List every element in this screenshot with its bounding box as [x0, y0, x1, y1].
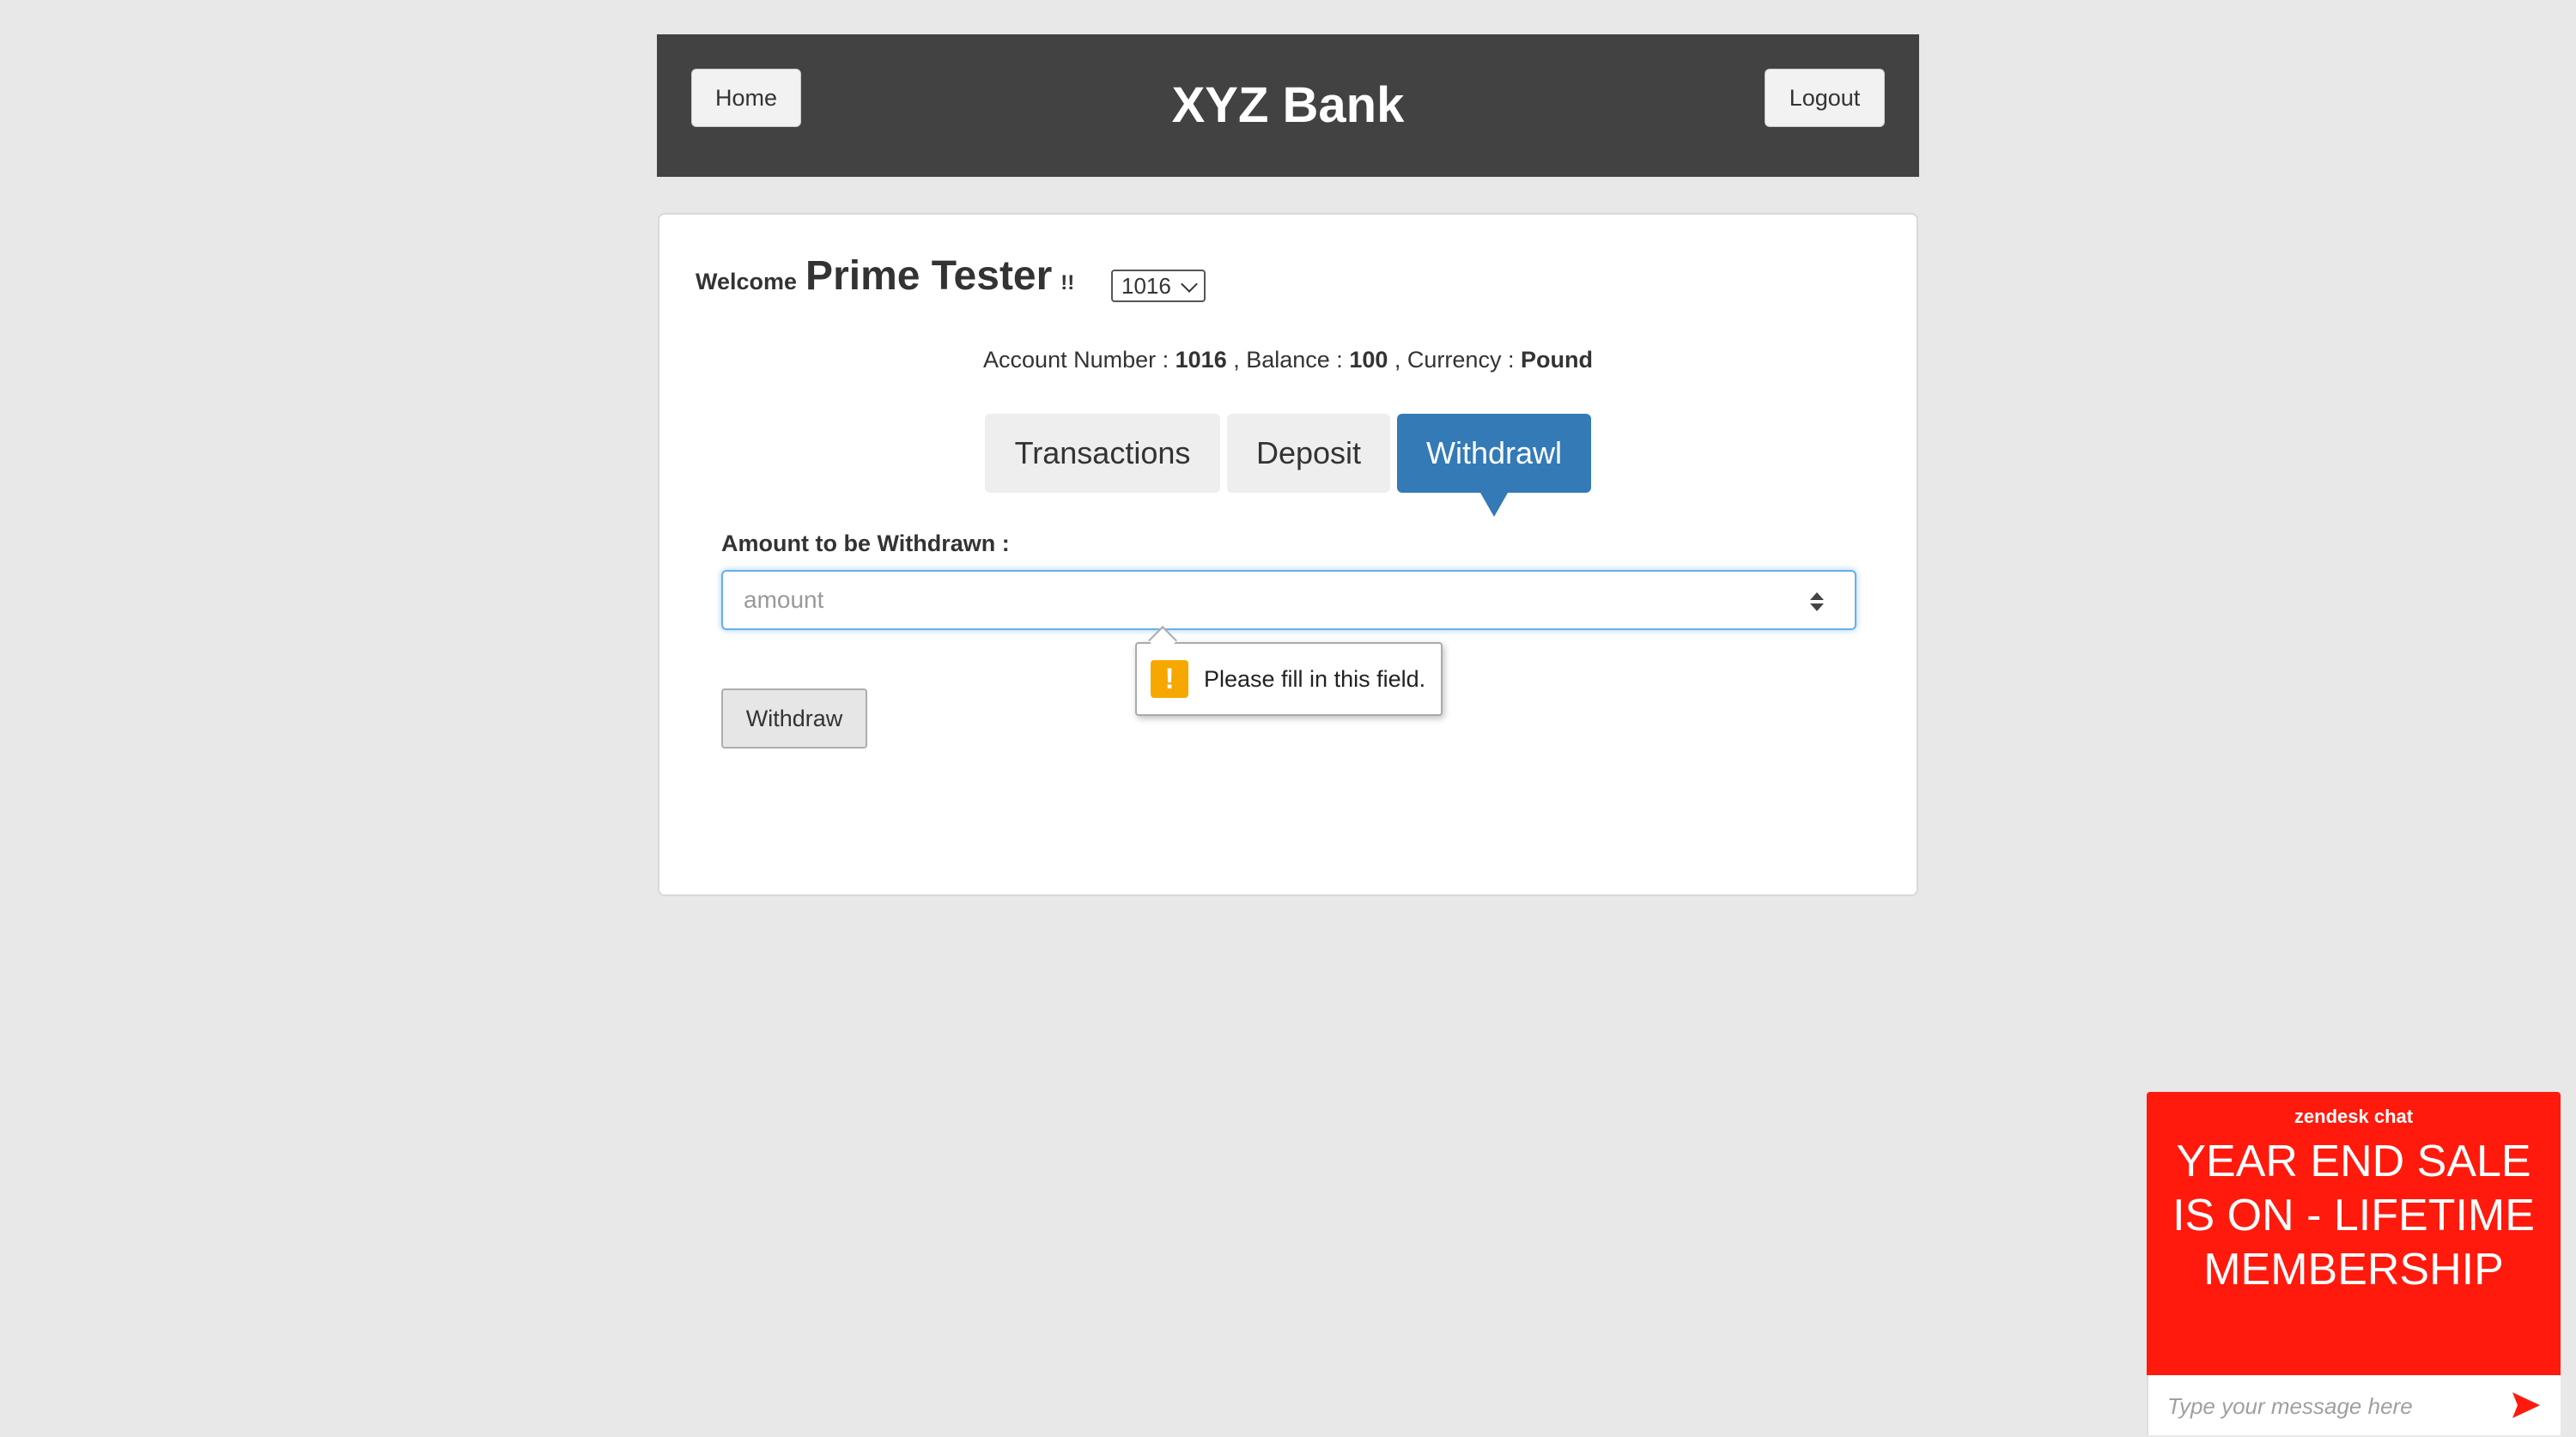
amount-input[interactable]	[721, 570, 1856, 630]
welcome-row: Welcome Prime Tester !!	[696, 252, 1074, 304]
account-select[interactable]: 1016	[1111, 270, 1206, 302]
account-panel: Welcome Prime Tester !! 1016 Account Num…	[658, 213, 1918, 896]
balance-value: 100	[1349, 347, 1388, 373]
account-info: Account Number : 1016 , Balance : 100 , …	[659, 347, 1917, 373]
spin-up-icon[interactable]	[1810, 592, 1824, 600]
currency-label: , Currency :	[1394, 347, 1515, 373]
chat-brand: zendesk chat	[2293, 1106, 2414, 1127]
warning-icon: !	[1151, 660, 1188, 698]
amount-label: Amount to be Withdrawn :	[721, 531, 1010, 556]
account-number: 1016	[1175, 347, 1227, 373]
tab-withdrawl[interactable]: Withdrawl	[1397, 414, 1591, 517]
number-spinner[interactable]	[1805, 589, 1829, 615]
validation-message: Please fill in this field.	[1204, 665, 1426, 692]
bank-title: XYZ Bank	[1171, 77, 1405, 133]
validation-tooltip: ! Please fill in this field.	[1135, 642, 1443, 716]
welcome-suffix: !!	[1060, 271, 1075, 294]
chevron-down-icon	[1181, 276, 1198, 293]
tab-transactions[interactable]: Transactions	[985, 414, 1220, 493]
welcome-label: Welcome	[696, 269, 798, 294]
tab-deposit[interactable]: Deposit	[1227, 414, 1390, 493]
chat-input-row	[2147, 1375, 2561, 1437]
chat-promo-message: YEAR END SALE IS ON - LIFETIME MEMBERSHI…	[2172, 1137, 2535, 1295]
currency-value: Pound	[1520, 347, 1593, 373]
chat-message-input[interactable]	[2166, 1375, 2495, 1437]
account-select-value: 1016	[1121, 272, 1171, 299]
zendesk-chat-widget[interactable]: zendesk chat YEAR END SALE IS ON - LIFET…	[2147, 1092, 2561, 1437]
spin-down-icon[interactable]	[1810, 603, 1824, 611]
account-number-label: Account Number :	[983, 347, 1170, 373]
action-tabs: Transactions Deposit Withdrawl	[659, 414, 1917, 517]
customer-name: Prime Tester	[805, 253, 1053, 299]
logout-button[interactable]: Logout	[1765, 69, 1885, 127]
top-header: Home XYZ Bank Logout	[657, 34, 1919, 177]
balance-label: , Balance :	[1233, 347, 1343, 373]
send-icon[interactable]	[2511, 1391, 2542, 1420]
withdraw-button[interactable]: Withdraw	[721, 688, 867, 749]
